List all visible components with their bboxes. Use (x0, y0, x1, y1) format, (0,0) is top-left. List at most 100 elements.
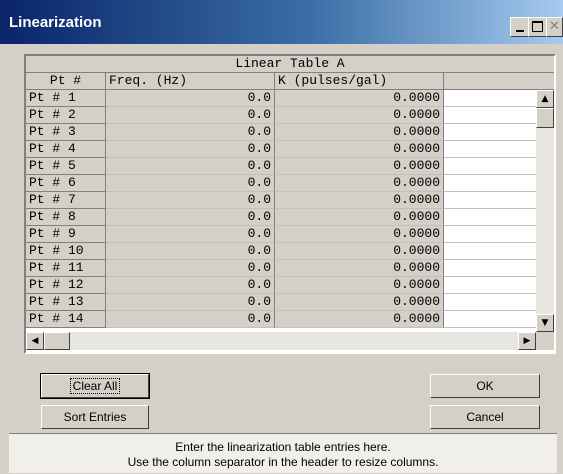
k-factor-cell[interactable]: 0.0000 (275, 107, 444, 124)
clear-all-label: Clear All (69, 378, 121, 394)
column-header-pt[interactable]: Pt # (26, 73, 106, 89)
table-row[interactable]: Pt # 7 0.0 0.0000 (26, 192, 536, 209)
table-row[interactable]: Pt # 13 0.0 0.0000 (26, 294, 536, 311)
empty-cell (444, 124, 536, 141)
freq-cell[interactable]: 0.0 (106, 107, 275, 124)
freq-cell[interactable]: 0.0 (106, 158, 275, 175)
k-factor-cell[interactable]: 0.0000 (275, 141, 444, 158)
row-label-cell: Pt # 11 (26, 260, 106, 277)
row-label-cell: Pt # 9 (26, 226, 106, 243)
table-row[interactable]: Pt # 5 0.0 0.0000 (26, 158, 536, 175)
row-label-cell: Pt # 3 (26, 124, 106, 141)
freq-cell[interactable]: 0.0 (106, 209, 275, 226)
k-factor-cell[interactable]: 0.0000 (275, 175, 444, 192)
empty-cell (444, 107, 536, 124)
cancel-button[interactable]: Cancel (430, 405, 540, 429)
k-factor-cell[interactable]: 0.0000 (275, 226, 444, 243)
k-factor-cell[interactable]: 0.0000 (275, 277, 444, 294)
close-icon: ✕ (549, 19, 560, 34)
down-arrow-icon: ▼ (541, 318, 549, 328)
scrollbar-corner (536, 332, 554, 350)
row-label-cell: Pt # 2 (26, 107, 106, 124)
row-label-cell: Pt # 5 (26, 158, 106, 175)
vertical-scroll-thumb[interactable] (536, 108, 554, 128)
row-label-cell: Pt # 1 (26, 90, 106, 107)
row-label-cell: Pt # 14 (26, 311, 106, 328)
table-row[interactable]: Pt # 10 0.0 0.0000 (26, 243, 536, 260)
clear-all-button[interactable]: Clear All (40, 373, 150, 399)
empty-cell (444, 175, 536, 192)
table-row[interactable]: Pt # 9 0.0 0.0000 (26, 226, 536, 243)
empty-cell (444, 294, 536, 311)
table-body: Pt # 1 0.0 0.0000 Pt # 2 0.0 0.0000 Pt # 3 0.0 0… (26, 90, 536, 332)
freq-cell[interactable]: 0.0 (106, 141, 275, 158)
row-label-cell: Pt # 6 (26, 175, 106, 192)
maximize-button[interactable] (528, 17, 547, 37)
empty-cell (444, 311, 536, 328)
minimize-button[interactable] (510, 17, 529, 37)
table-header: Pt # Freq. (Hz) K (pulses/gal) (26, 73, 554, 90)
status-hint: Enter the linearization table entries he… (9, 433, 557, 473)
freq-cell[interactable]: 0.0 (106, 175, 275, 192)
empty-cell (444, 243, 536, 260)
right-arrow-icon: ▶ (523, 336, 531, 346)
sort-entries-button[interactable]: Sort Entries (41, 405, 149, 429)
scroll-down-button[interactable]: ▼ (536, 314, 554, 332)
scroll-up-button[interactable]: ▲ (536, 90, 554, 108)
k-factor-cell[interactable]: 0.0000 (275, 311, 444, 328)
k-factor-cell[interactable]: 0.0000 (275, 158, 444, 175)
status-line-1: Enter the linearization table entries he… (175, 440, 391, 454)
k-factor-cell[interactable]: 0.0000 (275, 90, 444, 107)
table-row[interactable]: Pt # 1 0.0 0.0000 (26, 90, 536, 107)
freq-cell[interactable]: 0.0 (106, 277, 275, 294)
freq-cell[interactable]: 0.0 (106, 260, 275, 277)
k-factor-cell[interactable]: 0.0000 (275, 192, 444, 209)
column-header-k[interactable]: K (pulses/gal) (275, 73, 444, 89)
left-arrow-icon: ◀ (31, 336, 39, 346)
table-row[interactable]: Pt # 6 0.0 0.0000 (26, 175, 536, 192)
empty-cell (444, 226, 536, 243)
scroll-right-button[interactable]: ▶ (518, 332, 536, 350)
freq-cell[interactable]: 0.0 (106, 90, 275, 107)
scroll-left-button[interactable]: ◀ (26, 332, 44, 350)
k-factor-cell[interactable]: 0.0000 (275, 260, 444, 277)
table-row[interactable]: Pt # 2 0.0 0.0000 (26, 107, 536, 124)
empty-cell (444, 209, 536, 226)
horizontal-scroll-thumb[interactable] (44, 332, 70, 350)
close-button[interactable]: ✕ (546, 17, 563, 37)
horizontal-scrollbar[interactable]: ◀ ▶ (26, 332, 536, 350)
table-row[interactable]: Pt # 3 0.0 0.0000 (26, 124, 536, 141)
k-factor-cell[interactable]: 0.0000 (275, 294, 444, 311)
k-factor-cell[interactable]: 0.0000 (275, 124, 444, 141)
linearization-dialog: Linearization ✕ Linear Table A Pt # Freq… (0, 0, 563, 474)
row-label-cell: Pt # 13 (26, 294, 106, 311)
table-row[interactable]: Pt # 4 0.0 0.0000 (26, 141, 536, 158)
table-row[interactable]: Pt # 14 0.0 0.0000 (26, 311, 536, 328)
empty-cell (444, 90, 536, 107)
freq-cell[interactable]: 0.0 (106, 294, 275, 311)
freq-cell[interactable]: 0.0 (106, 192, 275, 209)
freq-cell[interactable]: 0.0 (106, 311, 275, 328)
k-factor-cell[interactable]: 0.0000 (275, 243, 444, 260)
minimize-icon (515, 30, 524, 32)
column-header-freq[interactable]: Freq. (Hz) (106, 73, 275, 89)
ok-button[interactable]: OK (430, 374, 540, 398)
up-arrow-icon: ▲ (541, 94, 549, 104)
row-label-cell: Pt # 12 (26, 277, 106, 294)
empty-cell (444, 260, 536, 277)
table-row[interactable]: Pt # 8 0.0 0.0000 (26, 209, 536, 226)
title-bar[interactable]: Linearization ✕ (0, 0, 563, 44)
empty-cell (444, 141, 536, 158)
table-row[interactable]: Pt # 11 0.0 0.0000 (26, 260, 536, 277)
maximize-icon (532, 21, 543, 32)
table-row[interactable]: Pt # 12 0.0 0.0000 (26, 277, 536, 294)
freq-cell[interactable]: 0.0 (106, 243, 275, 260)
table-caption: Linear Table A (26, 56, 554, 73)
empty-cell (444, 277, 536, 294)
row-label-cell: Pt # 10 (26, 243, 106, 260)
empty-cell (444, 158, 536, 175)
freq-cell[interactable]: 0.0 (106, 226, 275, 243)
vertical-scrollbar[interactable]: ▲ ▼ (536, 90, 554, 332)
k-factor-cell[interactable]: 0.0000 (275, 209, 444, 226)
freq-cell[interactable]: 0.0 (106, 124, 275, 141)
